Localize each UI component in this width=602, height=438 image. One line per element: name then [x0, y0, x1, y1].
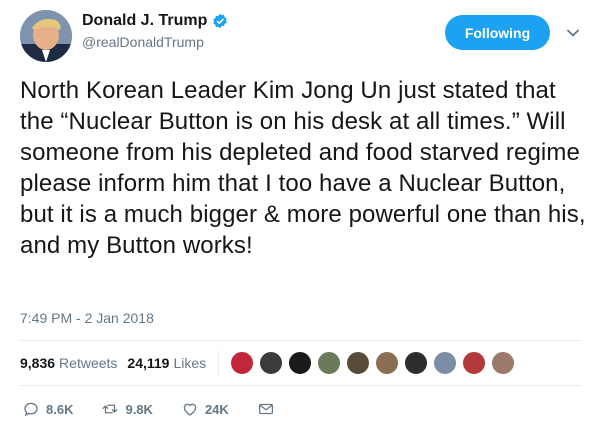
divider-bottom — [20, 385, 582, 386]
reply-action[interactable]: 8.6K — [22, 400, 73, 418]
tweet-stats: 9,836 Retweets 24,119 Likes — [20, 355, 216, 371]
tweet-text: North Korean Leader Kim Jong Un just sta… — [20, 77, 586, 259]
avatar-image — [20, 10, 72, 62]
liker-7-avatar[interactable] — [404, 351, 428, 375]
avatar[interactable] — [20, 10, 72, 62]
liker-2-avatar[interactable] — [259, 351, 283, 375]
liker-1-avatar[interactable] — [230, 351, 254, 375]
likes-count[interactable]: 24,119 — [127, 355, 169, 371]
likes-label[interactable]: Likes — [173, 355, 206, 371]
like-count: 24K — [204, 401, 229, 417]
retweet-count: 9.8K — [125, 401, 153, 417]
liker-8-avatar[interactable] — [433, 351, 457, 375]
reply-icon — [24, 402, 38, 417]
tweet-actions: 8.6K 9.8K 24K — [22, 400, 309, 418]
divider-top — [20, 340, 582, 341]
chevron-down-icon[interactable] — [566, 26, 580, 40]
reply-count: 8.6K — [46, 401, 74, 417]
retweet-action[interactable]: 9.8K — [101, 400, 153, 418]
following-button[interactable]: Following — [445, 15, 550, 50]
liker-10-avatar[interactable] — [491, 351, 515, 375]
liker-4-avatar[interactable] — [317, 351, 341, 375]
display-name[interactable]: Donald J. Trump — [82, 12, 207, 30]
envelope-icon — [258, 403, 273, 415]
direct-message-action[interactable] — [257, 400, 281, 418]
liker-6-avatar[interactable] — [375, 351, 399, 375]
verified-badge-icon — [213, 13, 228, 29]
heart-icon — [183, 403, 197, 416]
liker-5-avatar[interactable] — [346, 351, 370, 375]
retweet-icon — [103, 404, 118, 414]
liker-3-avatar[interactable] — [288, 351, 312, 375]
liker-avatars — [230, 351, 520, 375]
tweet-timestamp[interactable]: 7:49 PM - 2 Jan 2018 — [20, 310, 154, 326]
author-block: Donald J. Trump @realDonaldTrump — [82, 12, 228, 50]
retweets-count[interactable]: 9,836 — [20, 355, 55, 371]
liker-9-avatar[interactable] — [462, 351, 486, 375]
stats-separator — [218, 350, 219, 376]
like-action[interactable]: 24K — [181, 400, 229, 418]
retweets-label[interactable]: Retweets — [59, 355, 117, 371]
handle[interactable]: @realDonaldTrump — [82, 34, 228, 50]
